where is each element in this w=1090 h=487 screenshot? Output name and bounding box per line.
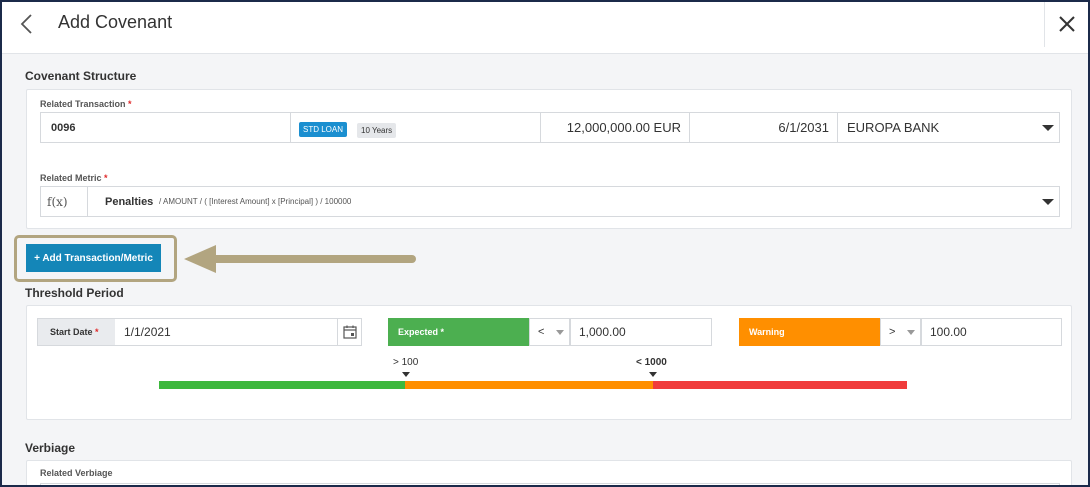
calendar-icon[interactable] xyxy=(343,325,357,339)
section-title-covenant-structure: Covenant Structure xyxy=(25,69,137,83)
scale-marker-low-icon xyxy=(402,372,410,377)
dropdown-caret-icon[interactable] xyxy=(907,330,915,335)
fx-icon: f(x) xyxy=(47,194,68,209)
expected-value-input[interactable]: 1,000.00 xyxy=(570,318,712,346)
expected-operator: < xyxy=(538,326,545,338)
transaction-id: 0096 xyxy=(51,121,76,134)
required-mark: * xyxy=(104,173,108,183)
warning-value: 100.00 xyxy=(930,325,967,339)
divider xyxy=(837,113,838,142)
warning-label: Warning xyxy=(739,318,880,346)
required-mark: * xyxy=(95,327,99,337)
start-date-label: Start Date * xyxy=(38,319,115,345)
divider xyxy=(689,113,690,142)
required-mark: * xyxy=(128,99,132,109)
scale-marker-high-icon xyxy=(649,372,657,377)
transaction-amount: 12,000,000.00 EUR xyxy=(566,120,681,135)
metric-name: Penalties xyxy=(105,195,154,208)
related-metric-select[interactable]: f(x) Penalties / AMOUNT / ( [Interest Am… xyxy=(40,186,1060,217)
divider xyxy=(337,319,338,345)
close-button[interactable] xyxy=(1044,2,1088,47)
expected-value: 1,000.00 xyxy=(579,325,626,339)
warning-value-input[interactable]: 100.00 xyxy=(921,318,1062,346)
dropdown-caret-icon[interactable] xyxy=(1042,199,1054,205)
scale-bar-green xyxy=(159,381,405,389)
divider xyxy=(290,113,291,142)
divider xyxy=(87,187,88,216)
annotation-arrow-icon xyxy=(184,245,416,273)
metric-formula: / AMOUNT / ( [Interest Amount] x [Princi… xyxy=(159,197,352,206)
related-metric-label: Related Metric * xyxy=(40,173,108,183)
dropdown-caret-icon[interactable] xyxy=(1042,125,1054,131)
warning-operator-select[interactable]: > xyxy=(880,318,921,346)
transaction-date: 6/1/2031 xyxy=(778,120,829,135)
transaction-bank: EUROPA BANK xyxy=(847,120,940,135)
warning-operator: > xyxy=(889,326,896,338)
scale-bar-red xyxy=(653,381,907,389)
related-transaction-select[interactable]: 0096 STD LOAN 10 Years 12,000,000.00 EUR… xyxy=(40,112,1060,143)
related-verbiage-select[interactable] xyxy=(40,483,1060,485)
header: Add Covenant xyxy=(2,2,1088,54)
loan-term-tag: 10 Years xyxy=(357,123,397,138)
add-transaction-metric-button[interactable]: + Add Transaction/Metric xyxy=(26,244,161,272)
related-transaction-label: Related Transaction * xyxy=(40,99,132,109)
back-icon[interactable] xyxy=(16,12,40,36)
scale-bar-orange xyxy=(405,381,653,389)
scale-marker-low-label: > 100 xyxy=(393,357,419,368)
section-title-verbiage: Verbiage xyxy=(25,441,76,455)
expected-label: Expected * xyxy=(388,318,529,346)
expected-operator-select[interactable]: < xyxy=(529,318,570,346)
page-title: Add Covenant xyxy=(58,12,173,32)
close-icon[interactable] xyxy=(1057,14,1077,34)
scale-marker-high-label: < 1000 xyxy=(636,357,667,368)
start-date-field[interactable]: Start Date * 1/1/2021 xyxy=(37,318,362,346)
start-date-value: 1/1/2021 xyxy=(124,325,171,339)
dropdown-caret-icon[interactable] xyxy=(556,330,564,335)
covenant-structure-panel: Related Transaction * 0096 STD LOAN 10 Y… xyxy=(26,89,1072,229)
section-title-threshold-period: Threshold Period xyxy=(25,286,124,300)
loan-type-tag: STD LOAN xyxy=(299,122,348,137)
threshold-period-panel: Start Date * 1/1/2021 Expected * < 1,000… xyxy=(26,305,1072,420)
verbiage-panel: Related Verbiage xyxy=(26,460,1072,485)
related-verbiage-label: Related Verbiage xyxy=(40,468,113,478)
app-window: Add Covenant Covenant Structure Related … xyxy=(0,0,1090,487)
